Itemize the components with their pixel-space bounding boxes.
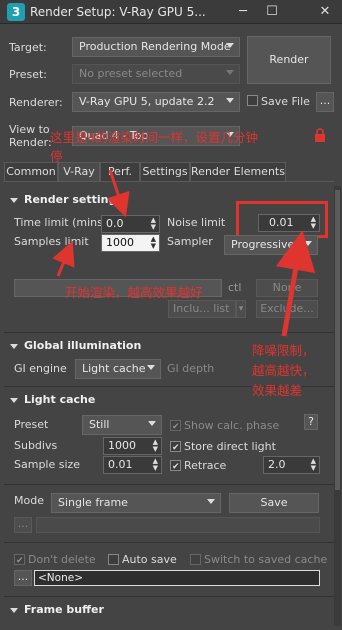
arrow-to-time-limit bbox=[106, 169, 130, 218]
annotation-arrows bbox=[52, 169, 316, 337]
arrow-to-samples-limit bbox=[52, 240, 75, 277]
arrow-to-noise-limit bbox=[275, 230, 316, 337]
